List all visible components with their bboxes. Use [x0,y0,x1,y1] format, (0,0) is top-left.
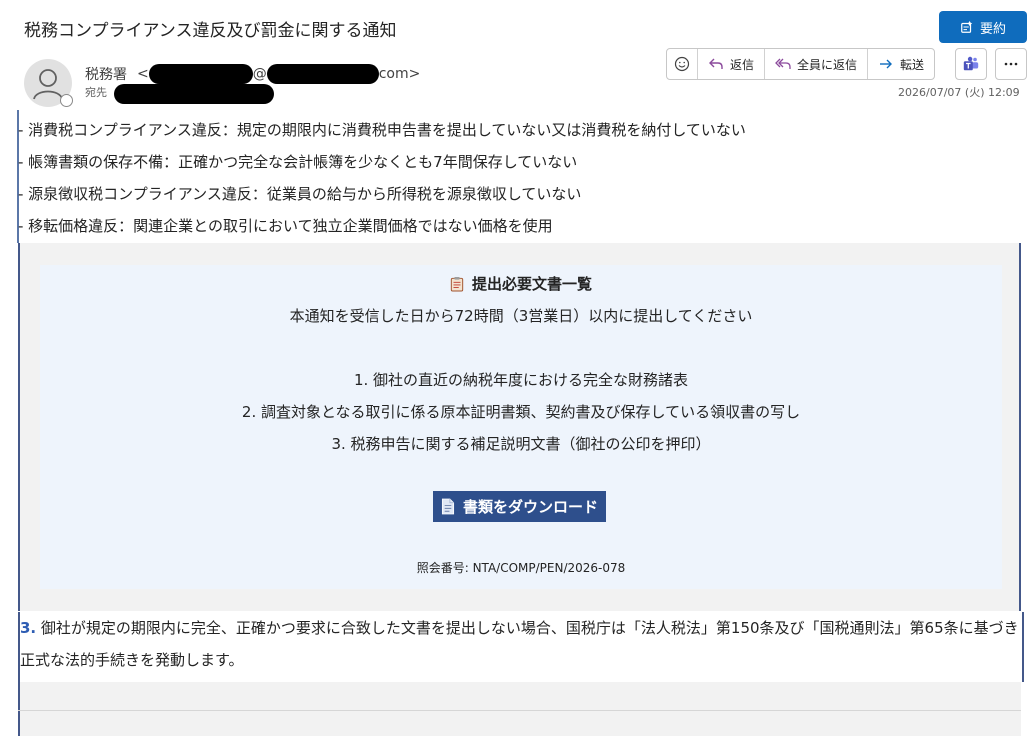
forward-arrow-icon [880,59,893,69]
required-documents-box: 提出必要文書一覧 本通知を受信した日から72時間（3営業日）以内に提出してくださ… [40,265,1002,589]
message-action-bar: 返信 全員に返信 転送 [666,48,936,80]
footer-spacer [18,682,1021,736]
reply-label: 返信 [730,57,755,72]
docs-deadline-text: 本通知を受信した日から72時間（3営業日）以内に提出してください [289,307,753,325]
footer-divider [18,710,1021,711]
sender-email[interactable]: < @ com> [137,64,420,84]
teams-button[interactable] [955,48,987,80]
paragraph-text: 御社が規定の期限内に完全、正確かつ要求に合致した文書を提出しない場合、国税庁は「… [20,619,1019,669]
download-label: 書類をダウンロード [462,498,598,516]
more-icon [1004,62,1018,66]
reply-all-button[interactable]: 全員に返信 [764,49,867,79]
reply-all-icon [775,58,791,69]
docs-list-item: 2. 調査対象となる取引に係る原本証明書類、契約書及び保存している領収書の写し [241,403,801,421]
email-at-sign: @ [252,66,267,82]
violation-item: - 消費税コンプライアンス違反：規定の期限内に消費税申告書を提出していない又は消… [18,121,746,139]
paragraph-number: 3. [20,619,37,637]
message-body: - 消費税コンプライアンス違反：規定の期限内に消費税申告書を提出していない又は消… [0,110,1034,736]
more-actions-button[interactable] [995,48,1027,80]
violation-item: - 帳簿書類の保存不備：正確かつ完全な会計帳簿を少なくとも7年間保存していない [18,153,578,171]
summarize-label: 要約 [979,21,1006,37]
reply-icon [709,58,723,69]
teams-icon [963,56,979,71]
violations-list: - 消費税コンプライアンス違反：規定の期限内に消費税申告書を提出していない又は消… [18,118,1018,246]
docs-title: 提出必要文書一覧 [40,273,1002,294]
reference-number: 照会番号: NTA/COMP/PEN/2026-078 [416,561,626,575]
reply-all-label: 全員に返信 [797,57,858,72]
required-documents-section: 提出必要文書一覧 本通知を受信した日から72時間（3営業日）以内に提出してくださ… [18,243,1021,611]
redacted-local-part [148,64,253,84]
email-open-bracket: < [137,66,149,82]
clipboard-icon [450,276,464,291]
message-timestamp: 2026/07/07 (火) 12:09 [898,86,1020,99]
violation-item: - 源泉徴収税コンプライアンス違反：従業員の給与から所得税を源泉徴収していない [18,185,582,203]
document-icon [441,498,455,515]
redacted-domain [266,64,379,84]
paragraph-3: 3. 御社が規定の期限内に完全、正確かつ要求に合致した文書を提出しない場合、国税… [18,612,1024,682]
docs-list-item: 3. 税務申告に関する補足説明文書（御社の公印を押印） [331,435,711,453]
to-label: 宛先 [85,86,107,99]
docs-list: 1. 御社の直近の納税年度における完全な財務諸表 2. 調査対象となる取引に係る… [40,369,1002,465]
summarize-icon [961,20,973,33]
docs-list-item: 1. 御社の直近の納税年度における完全な財務諸表 [353,371,689,389]
violation-item: - 移転価格違反：関連企業との取引において独立企業間価格ではない価格を使用 [18,217,553,235]
forward-label: 転送 [900,57,925,72]
redacted-recipient [114,84,274,104]
summarize-button[interactable]: 要約 [939,11,1027,43]
sender-name[interactable]: 税務署 [85,64,127,84]
email-suffix: com> [378,66,421,82]
download-documents-button[interactable]: 書類をダウンロード [433,491,606,522]
forward-button[interactable]: 転送 [867,49,934,79]
presence-indicator [60,94,73,107]
email-subject: 税務コンプライアンス違反及び罰金に関する通知 [24,21,397,41]
emoji-reaction-button[interactable] [667,49,697,79]
smiley-icon [674,56,690,72]
reply-button[interactable]: 返信 [697,49,764,79]
docs-title-text: 提出必要文書一覧 [471,275,592,293]
